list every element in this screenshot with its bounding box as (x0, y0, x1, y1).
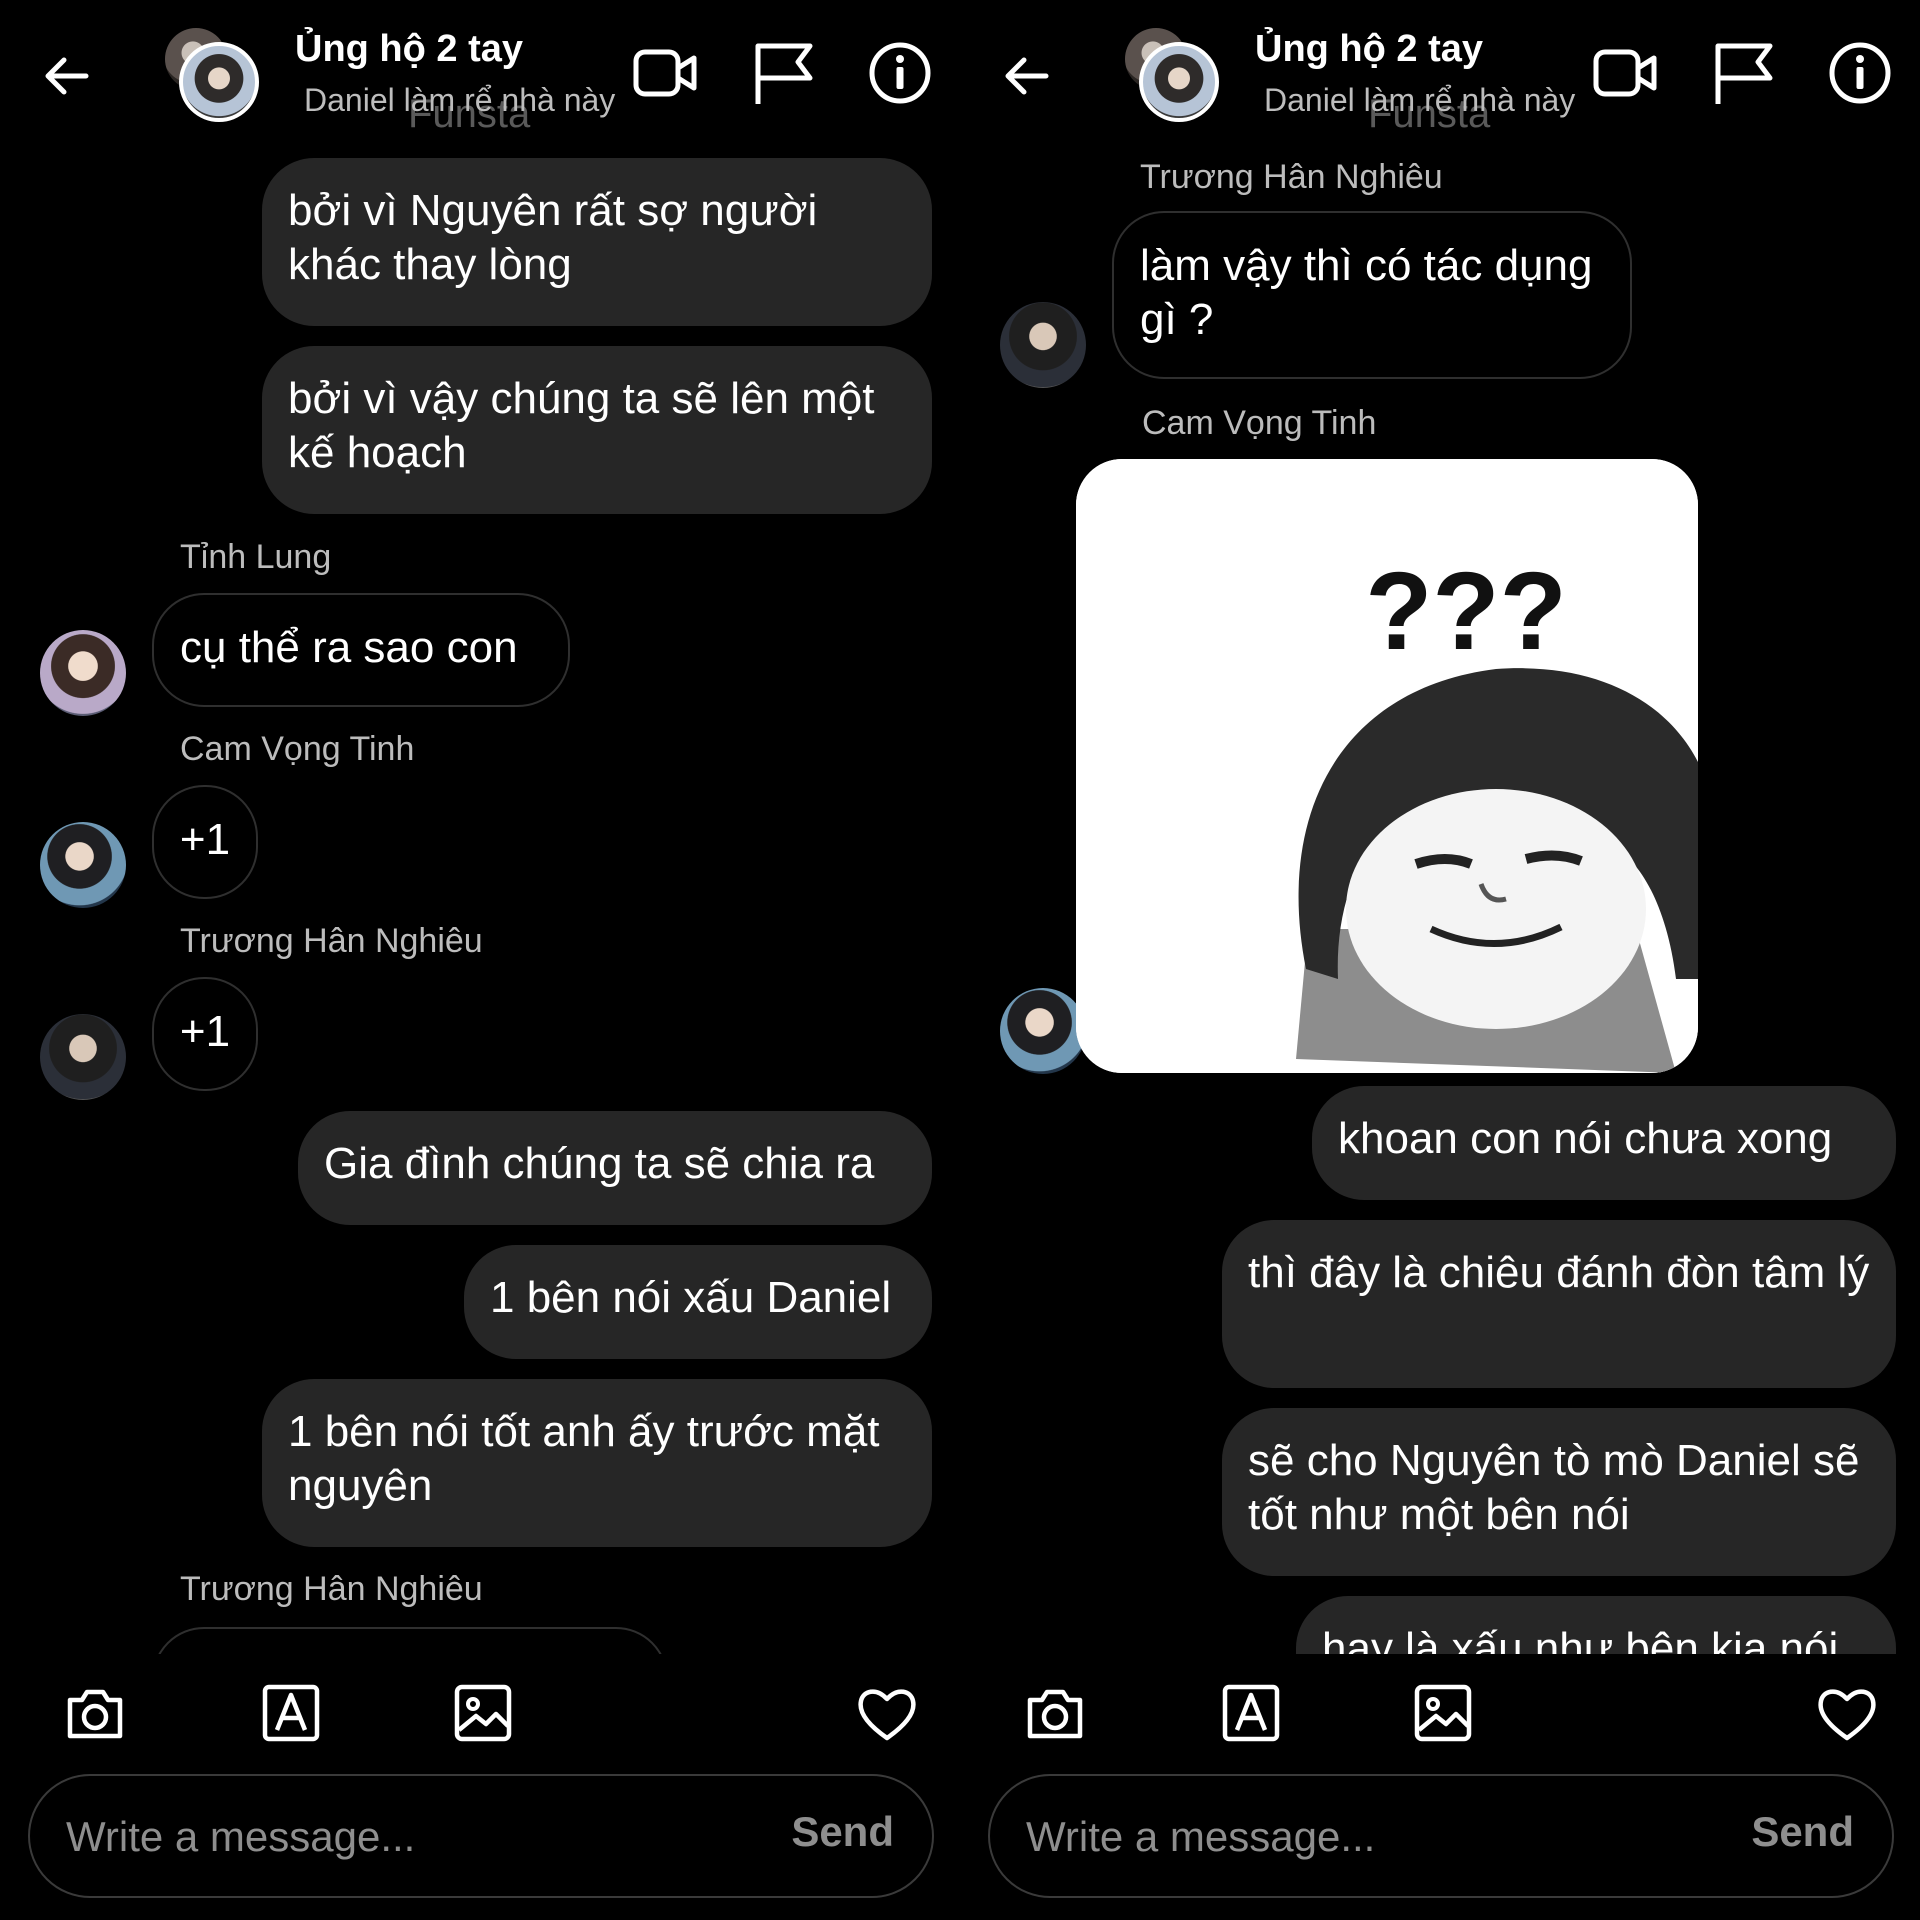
message-bubble[interactable]: làm vậy thì có tác dụng gì ? (1112, 211, 1632, 379)
flag-icon[interactable] (1708, 38, 1778, 108)
image-gallery-icon[interactable] (1410, 1680, 1476, 1746)
video-call-icon[interactable] (630, 38, 700, 108)
sender-name: Cam Vọng Tinh (1142, 404, 1377, 442)
chat-subtitle: Daniel làm rể nhà này (304, 82, 616, 118)
chat-title[interactable]: Ủng hộ 2 tay (1255, 28, 1483, 71)
message-bubble[interactable]: +1 (152, 977, 258, 1091)
heart-icon[interactable] (1814, 1680, 1880, 1746)
chat-panel-right: Ủng hộ 2 tay Funsta Daniel làm rể nhà nà… (960, 0, 1920, 1920)
image-gallery-icon[interactable] (450, 1680, 516, 1746)
sender-name: Trương Hân Nghiêu (180, 1570, 483, 1608)
text-style-icon[interactable] (1218, 1680, 1284, 1746)
heart-icon[interactable] (854, 1680, 920, 1746)
message-list[interactable]: bởi vì Nguyên rất sợ người khác thay lòn… (0, 140, 960, 1654)
message-bubble[interactable]: thì đây là chiêu đánh đòn tâm lý (1222, 1220, 1896, 1388)
message-bubble[interactable]: Gia đình chúng ta sẽ chia ra (298, 1111, 932, 1225)
avatar[interactable] (1000, 988, 1086, 1074)
sender-name: Cam Vọng Tinh (180, 730, 415, 768)
camera-icon[interactable] (62, 1680, 128, 1746)
message-composer: Send (988, 1774, 1894, 1898)
avatar[interactable] (40, 1014, 126, 1100)
avatar[interactable] (40, 630, 126, 716)
back-arrow-icon[interactable] (40, 50, 92, 102)
message-bubble[interactable]: 1 bên nói tốt anh ấy trước mặt nguyên (262, 1379, 932, 1547)
confused-meme-face-image: ??? (1076, 459, 1698, 1073)
camera-icon[interactable] (1022, 1680, 1088, 1746)
message-bubble[interactable]: khoan con nói chưa xong (1312, 1086, 1896, 1200)
sender-name: Tỉnh Lung (180, 538, 332, 576)
send-button[interactable]: Send (1751, 1808, 1854, 1856)
sender-name: Trương Hân Nghiêu (180, 922, 483, 960)
message-input[interactable] (1024, 1800, 1668, 1874)
group-avatar[interactable] (165, 28, 265, 122)
sender-name: Trương Hân Nghiêu (1140, 158, 1443, 196)
avatar[interactable] (1000, 302, 1086, 388)
info-icon[interactable] (1825, 38, 1895, 108)
message-bubble[interactable]: 1 bên nói xấu Daniel (464, 1245, 932, 1359)
info-icon[interactable] (865, 38, 935, 108)
group-avatar-front (179, 42, 259, 122)
message-list[interactable]: Trương Hân Nghiêu làm vậy thì có tác dụn… (960, 140, 1920, 1654)
group-avatar[interactable] (1125, 28, 1225, 122)
chat-title[interactable]: Ủng hộ 2 tay (295, 28, 523, 71)
message-bubble[interactable]: +1 (152, 785, 258, 899)
avatar[interactable] (40, 822, 126, 908)
sticker-image[interactable]: ??? (1076, 459, 1698, 1073)
message-bubble-partial[interactable] (152, 1627, 668, 1654)
message-bubble[interactable]: cụ thể ra sao con (152, 593, 570, 707)
message-input[interactable] (64, 1800, 708, 1874)
text-style-icon[interactable] (258, 1680, 324, 1746)
message-bubble[interactable]: sẽ cho Nguyên tò mò Daniel sẽ tốt như mộ… (1222, 1408, 1896, 1576)
video-call-icon[interactable] (1590, 38, 1660, 108)
message-bubble[interactable]: bởi vì vậy chúng ta sẽ lên một kế hoạch (262, 346, 932, 514)
sticker-question-marks: ??? (1365, 550, 1567, 673)
back-arrow-icon[interactable] (1000, 50, 1052, 102)
message-bubble-partial[interactable]: hay là xấu như bên kia nói (1296, 1596, 1896, 1654)
chat-panel-left: Ủng hộ 2 tay Funsta Daniel làm rể nhà nà… (0, 0, 960, 1920)
group-avatar-front (1139, 42, 1219, 122)
message-bubble[interactable]: bởi vì Nguyên rất sợ người khác thay lòn… (262, 158, 932, 326)
chat-subtitle: Daniel làm rể nhà này (1264, 82, 1576, 118)
flag-icon[interactable] (748, 38, 818, 108)
send-button[interactable]: Send (791, 1808, 894, 1856)
message-composer: Send (28, 1774, 934, 1898)
